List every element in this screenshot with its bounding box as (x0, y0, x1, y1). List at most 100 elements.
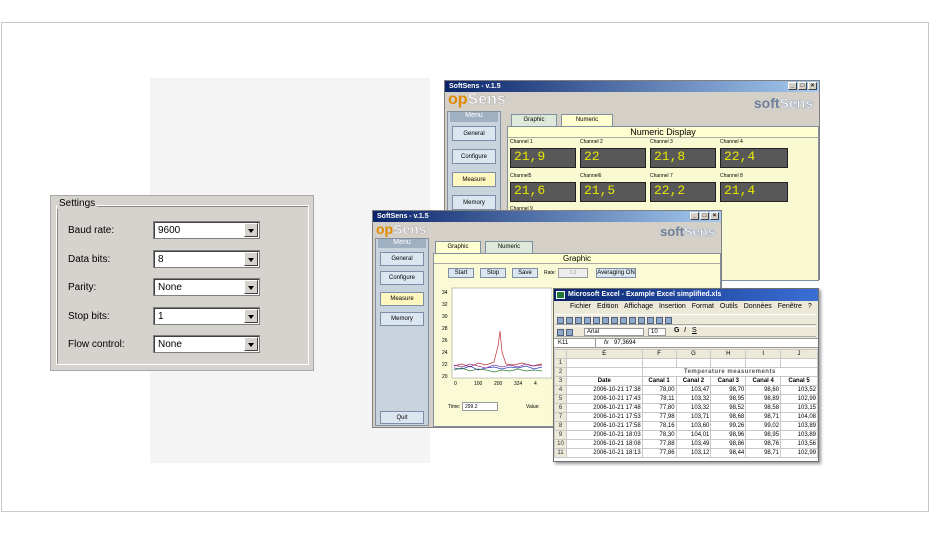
cell[interactable]: 78,11 (641, 394, 677, 404)
save-icon[interactable] (575, 317, 582, 324)
chevron-down-icon[interactable] (244, 252, 258, 266)
preview-icon[interactable] (593, 317, 600, 324)
cell[interactable]: 103,15 (780, 403, 818, 413)
tab-numeric[interactable]: Numeric (561, 114, 613, 126)
tab-graphic[interactable]: Graphic (435, 241, 481, 253)
cell[interactable]: 104,08 (780, 412, 818, 422)
new-icon[interactable] (557, 317, 564, 324)
cell[interactable]: 98,96 (710, 430, 747, 440)
cell[interactable]: 2006-10-21 17:38 (565, 385, 643, 395)
maximize-icon[interactable]: □ (700, 212, 709, 220)
cell[interactable]: 99,26 (710, 421, 747, 431)
font-select[interactable]: Arial (584, 328, 644, 336)
menu-measure-button[interactable]: Measure (452, 172, 496, 187)
menu-configure-button[interactable]: Configure (452, 149, 496, 164)
col-header[interactable]: E (565, 349, 643, 359)
row-header[interactable]: 10 (554, 439, 567, 449)
col-header[interactable]: I (745, 349, 782, 359)
stop-button[interactable]: Stop (480, 268, 506, 278)
cell[interactable]: 103,49 (675, 439, 712, 449)
cell[interactable]: 78,16 (641, 421, 677, 431)
excel-titlebar[interactable]: Microsoft Excel - Example Excel simplifi… (554, 289, 818, 301)
cell[interactable]: 103,47 (675, 385, 712, 395)
menu-item-donnees[interactable]: Données (744, 303, 772, 310)
close-icon[interactable]: × (808, 82, 817, 90)
cell[interactable]: 78,30 (641, 430, 677, 440)
header-cell[interactable]: Canal 5 (780, 376, 818, 386)
format-icon[interactable] (557, 329, 564, 336)
cell[interactable]: 104,01 (675, 430, 712, 440)
minimize-icon[interactable]: _ (690, 212, 699, 220)
header-cell[interactable]: Canal 2 (675, 376, 712, 386)
menu-item-fenetre[interactable]: Fenêtre (778, 303, 802, 310)
sheet-title[interactable]: Temperature measurements (641, 367, 818, 377)
cell[interactable]: 77,86 (641, 448, 677, 458)
chart-icon[interactable] (656, 317, 663, 324)
format-icon[interactable] (566, 329, 573, 336)
cell[interactable]: 2006-10-21 17:43 (565, 394, 643, 404)
flow-control-select[interactable]: None (153, 335, 260, 353)
cell[interactable]: 77,80 (641, 403, 677, 413)
tab-numeric[interactable]: Numeric (485, 241, 533, 253)
header-cell[interactable]: Date (565, 376, 643, 386)
chevron-down-icon[interactable] (244, 223, 258, 237)
cell[interactable]: 102,99 (780, 394, 818, 404)
menu-general-button[interactable]: General (452, 126, 496, 141)
cell[interactable]: 2006-10-21 18:08 (565, 439, 643, 449)
header-cell[interactable]: Canal 1 (641, 376, 677, 386)
cell[interactable]: 2006-10-21 17:58 (565, 421, 643, 431)
cell[interactable]: 98,71 (745, 412, 782, 422)
menu-configure-button[interactable]: Configure (380, 271, 424, 285)
menu-memory-button[interactable]: Memory (380, 312, 424, 326)
data-bits-select[interactable]: 8 (153, 250, 260, 268)
cell[interactable]: 2006-10-21 17:48 (565, 403, 643, 413)
cell[interactable]: 99,02 (745, 421, 782, 431)
cell[interactable]: 103,71 (675, 412, 712, 422)
header-cell[interactable]: Canal 3 (710, 376, 747, 386)
cell[interactable]: 78,00 (641, 385, 677, 395)
cell[interactable]: 2006-10-21 18:03 (565, 430, 643, 440)
paste-icon[interactable] (629, 317, 636, 324)
cell[interactable]: 103,60 (675, 421, 712, 431)
open-icon[interactable] (566, 317, 573, 324)
menu-item-edition[interactable]: Edition (597, 303, 618, 310)
col-header[interactable]: G (675, 349, 712, 359)
cell[interactable]: 98,95 (710, 394, 747, 404)
cell[interactable]: 98,89 (745, 394, 782, 404)
row-header[interactable]: 8 (554, 421, 567, 431)
row-header[interactable]: 7 (554, 412, 567, 422)
row-header[interactable]: 9 (554, 430, 567, 440)
cell[interactable]: 98,71 (745, 448, 782, 458)
header-cell[interactable]: Canal 4 (745, 376, 782, 386)
menu-item-help[interactable]: ? (808, 303, 812, 310)
cell[interactable]: 103,89 (780, 430, 818, 440)
cell[interactable]: 103,32 (675, 394, 712, 404)
cell[interactable]: 77,88 (641, 439, 677, 449)
tab-graphic[interactable]: Graphic (511, 114, 557, 126)
print-icon[interactable] (584, 317, 591, 324)
baud-rate-select[interactable]: 9600 (153, 221, 260, 239)
parity-select[interactable]: None (153, 278, 260, 296)
averaging-toggle[interactable]: Averaging ON (596, 268, 636, 278)
menu-item-format[interactable]: Format (692, 303, 714, 310)
undo-icon[interactable] (638, 317, 645, 324)
save-button[interactable]: Save (512, 268, 538, 278)
row-header[interactable]: 3 (554, 376, 567, 386)
menu-general-button[interactable]: General (380, 252, 424, 266)
font-size-select[interactable]: 10 (648, 328, 666, 336)
cell[interactable]: 98,52 (710, 403, 747, 413)
cell[interactable]: 98,44 (710, 448, 747, 458)
cell[interactable]: 98,60 (745, 385, 782, 395)
chevron-down-icon[interactable] (244, 309, 258, 323)
row-header[interactable]: 11 (554, 448, 567, 458)
italic-button[interactable]: I (684, 327, 686, 334)
redo-icon[interactable] (647, 317, 654, 324)
chevron-down-icon[interactable] (244, 280, 258, 294)
cell[interactable]: 2006-10-21 17:53 (565, 412, 643, 422)
cell[interactable]: 98,86 (710, 439, 747, 449)
cell[interactable]: 103,12 (675, 448, 712, 458)
maximize-icon[interactable]: □ (798, 82, 807, 90)
zoom-icon[interactable] (665, 317, 672, 324)
cell[interactable]: 103,89 (780, 421, 818, 431)
cell[interactable]: 98,70 (710, 385, 747, 395)
